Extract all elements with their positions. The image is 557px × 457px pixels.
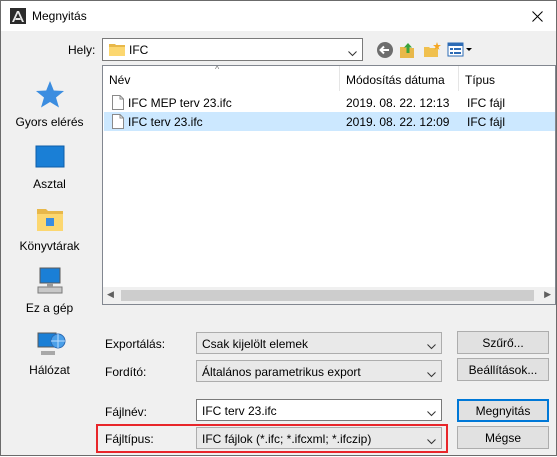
place-label: Gyors elérés [15, 115, 84, 129]
look-in-value: IFC [129, 43, 149, 57]
file-icon [112, 95, 124, 113]
column-header-label: Név [109, 73, 131, 87]
file-name: IFC terv 23.ifc [128, 115, 203, 129]
archicad-app-icon [10, 8, 26, 24]
place-libraries[interactable]: Könyvtárak [2, 197, 97, 257]
file-name: IFC MEP terv 23.ifc [128, 96, 232, 110]
place-label: Könyvtárak [19, 239, 80, 253]
column-header-name[interactable]: ^ Név [103, 66, 340, 91]
place-this-pc[interactable]: Ez a gép [2, 259, 97, 319]
place-label: Hálózat [29, 363, 70, 377]
look-in-label: Hely: [68, 43, 96, 57]
new-folder-icon[interactable] [423, 41, 441, 59]
file-type: IFC fájl [467, 96, 506, 110]
place-quick-access[interactable]: Gyors elérés [2, 73, 97, 133]
folder-icon [109, 42, 125, 59]
chevron-down-icon [348, 46, 357, 60]
column-header-date[interactable]: Módosítás dátuma [340, 66, 459, 91]
scroll-right-icon[interactable]: ▶ [544, 289, 551, 300]
translator-label: Fordító: [105, 365, 147, 379]
sort-ascending-icon: ^ [215, 65, 220, 74]
filter-button[interactable]: Szűrő... [457, 331, 549, 354]
libraries-icon [34, 203, 66, 235]
chevron-down-icon [427, 339, 436, 353]
open-button[interactable]: Megnyitás [457, 399, 549, 422]
export-dropdown[interactable]: Csak kijelölt elemek [196, 332, 442, 354]
open-dialog: Megnyitás Hely: IFC Gyors elérés Asztal … [0, 0, 557, 456]
look-in-dropdown[interactable]: IFC [102, 38, 363, 61]
place-label: Asztal [33, 177, 66, 191]
chevron-down-icon [427, 367, 436, 381]
place-label: Ez a gép [25, 301, 74, 315]
settings-button[interactable]: Beállítások... [457, 358, 549, 381]
export-value: Csak kijelölt elemek [202, 337, 309, 351]
computer-icon [34, 265, 66, 297]
translator-dropdown[interactable]: Általános parametrikus export [196, 360, 442, 382]
column-header-label: Típus [465, 73, 496, 87]
network-icon [34, 327, 66, 359]
view-menu-icon[interactable] [447, 41, 473, 59]
file-icon [112, 114, 124, 132]
place-desktop[interactable]: Asztal [2, 135, 97, 195]
file-date: 2019. 08. 22. 12:13 [346, 96, 450, 110]
close-icon [531, 10, 543, 22]
scrollbar-thumb[interactable] [121, 290, 534, 301]
column-header-label: Módosítás dátuma [346, 73, 445, 87]
export-label: Exportálás: [105, 337, 166, 351]
translator-value: Általános parametrikus export [202, 365, 361, 379]
horizontal-scrollbar[interactable]: ◀ ▶ [103, 287, 555, 304]
column-header-type[interactable]: Típus [459, 66, 555, 91]
window-title: Megnyitás [32, 9, 87, 23]
annotation-highlight-box [96, 424, 448, 453]
back-icon[interactable] [376, 41, 394, 59]
file-type: IFC fájl [467, 115, 506, 129]
chevron-down-icon [427, 406, 436, 420]
title-bar: Megnyitás [1, 1, 556, 31]
filename-input[interactable]: IFC terv 23.ifc [196, 399, 442, 421]
file-row[interactable]: IFC MEP terv 23.ifc 2019. 08. 22. 12:13 … [104, 93, 555, 113]
file-list[interactable]: ^ Név Módosítás dátuma Típus IFC MEP ter… [102, 65, 556, 305]
file-date: 2019. 08. 22. 12:09 [346, 115, 450, 129]
star-icon [34, 79, 66, 111]
close-button[interactable] [524, 5, 550, 27]
filename-label: Fájlnév: [105, 405, 148, 419]
desktop-icon [34, 141, 66, 173]
cancel-button[interactable]: Mégse [457, 426, 549, 449]
place-network[interactable]: Hálózat [2, 321, 97, 381]
scroll-left-icon[interactable]: ◀ [107, 289, 114, 300]
filename-value: IFC terv 23.ifc [202, 404, 277, 418]
places-bar: Gyors elérés Asztal Könyvtárak Ez a gép … [2, 67, 97, 457]
up-folder-icon[interactable] [399, 41, 417, 59]
file-row-selected[interactable]: IFC terv 23.ifc 2019. 08. 22. 12:09 IFC … [104, 112, 555, 132]
